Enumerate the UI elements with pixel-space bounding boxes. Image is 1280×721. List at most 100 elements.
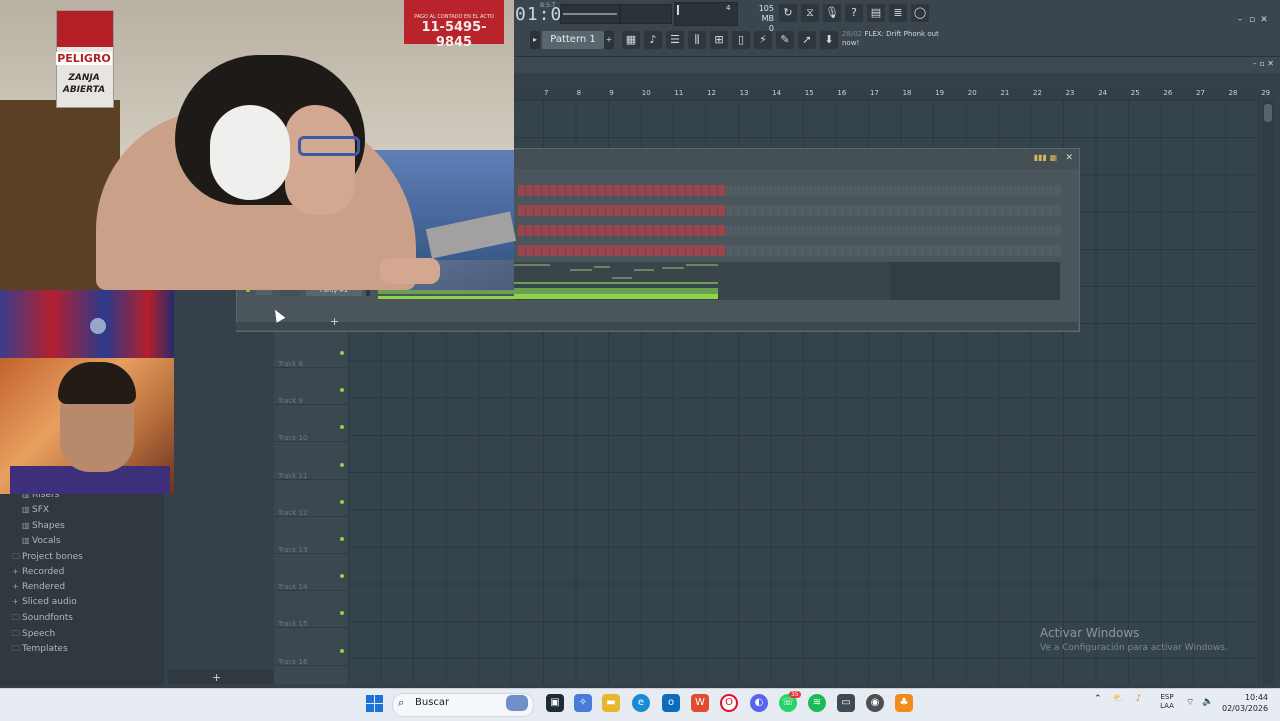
step-button[interactable] (998, 185, 1005, 196)
step-button[interactable] (798, 205, 805, 216)
step-button[interactable] (686, 205, 693, 216)
step-button[interactable] (782, 205, 789, 216)
step-button[interactable] (846, 225, 853, 236)
step-button[interactable] (766, 225, 773, 236)
minimize-icon[interactable]: – (1234, 15, 1246, 25)
step-button[interactable] (638, 245, 645, 256)
track-mute-led[interactable] (340, 425, 344, 430)
opera-icon[interactable]: O (720, 694, 738, 712)
step-button[interactable] (1054, 185, 1061, 196)
network-share-icon[interactable]: ⛅ (1113, 694, 1124, 704)
playlist-ruler[interactable]: 7 8 9 10 11 12 13 14 15 16 17 18 19 20 21 22 23 24 25 26 27 2… (514, 88, 1270, 100)
step-button[interactable] (582, 225, 589, 236)
step-button[interactable] (518, 185, 525, 196)
step-button[interactable] (622, 185, 629, 196)
step-button[interactable] (942, 205, 949, 216)
step-button[interactable] (886, 245, 893, 256)
step-button[interactable] (798, 245, 805, 256)
step-button[interactable] (750, 205, 757, 216)
browser-icon[interactable]: ⊞ (710, 31, 728, 49)
step-button[interactable] (886, 205, 893, 216)
browser-item[interactable]: ▥ SFX (22, 505, 49, 515)
step-button[interactable] (662, 245, 669, 256)
step-button[interactable] (998, 205, 1005, 216)
step-button[interactable] (1022, 185, 1029, 196)
step-button[interactable] (862, 205, 869, 216)
step-button[interactable] (846, 185, 853, 196)
window-controls[interactable]: – ▫ ✕ (1234, 7, 1270, 26)
step-button[interactable] (686, 245, 693, 256)
step-button[interactable] (926, 185, 933, 196)
step-button[interactable] (838, 245, 845, 256)
midi-icon[interactable]: ≣ (889, 4, 907, 22)
step-button[interactable] (1006, 205, 1013, 216)
step-button[interactable] (990, 245, 997, 256)
step-button[interactable] (662, 225, 669, 236)
step-button[interactable] (958, 205, 965, 216)
step-button[interactable] (790, 185, 797, 196)
step-button[interactable] (966, 185, 973, 196)
mixer-icon[interactable]: ⫼ (688, 31, 706, 49)
step-button[interactable] (806, 245, 813, 256)
step-button[interactable] (574, 225, 581, 236)
step-button[interactable] (614, 225, 621, 236)
step-button[interactable] (910, 185, 917, 196)
step-button[interactable] (822, 185, 829, 196)
step-button[interactable] (918, 185, 925, 196)
step-button[interactable] (974, 185, 981, 196)
step-button[interactable] (582, 205, 589, 216)
step-button[interactable] (822, 205, 829, 216)
step-button[interactable] (550, 185, 557, 196)
step-button[interactable] (918, 205, 925, 216)
step-button[interactable] (758, 225, 765, 236)
step-button[interactable] (710, 205, 717, 216)
step-button[interactable] (590, 185, 597, 196)
step-button[interactable] (630, 225, 637, 236)
step-button[interactable] (1038, 185, 1045, 196)
step-button[interactable] (598, 245, 605, 256)
step-button[interactable] (950, 245, 957, 256)
step-button[interactable] (894, 185, 901, 196)
step-button[interactable] (614, 245, 621, 256)
step-button[interactable] (558, 225, 565, 236)
step-button[interactable] (558, 245, 565, 256)
save-icon[interactable]: ▤ (867, 4, 885, 22)
step-button[interactable] (966, 205, 973, 216)
step-button[interactable] (662, 185, 669, 196)
step-button[interactable] (934, 185, 941, 196)
step-button[interactable] (742, 245, 749, 256)
step-button[interactable] (950, 205, 957, 216)
track-header[interactable]: Track 13 (274, 516, 348, 554)
add-channel-button[interactable]: + (330, 315, 339, 328)
step-button[interactable] (630, 185, 637, 196)
step-button[interactable] (526, 185, 533, 196)
step-button[interactable] (1022, 205, 1029, 216)
microphone-icon[interactable]: ♪ (1136, 694, 1142, 704)
step-button[interactable] (990, 185, 997, 196)
step-button[interactable] (862, 225, 869, 236)
step-button[interactable] (870, 185, 877, 196)
step-button[interactable] (534, 185, 541, 196)
browser-item[interactable]: + Rendered (12, 582, 65, 592)
step-button[interactable] (694, 225, 701, 236)
step-button[interactable] (630, 205, 637, 216)
step-button[interactable] (646, 245, 653, 256)
step-button[interactable] (726, 185, 733, 196)
step-button[interactable] (774, 205, 781, 216)
step-button[interactable] (574, 185, 581, 196)
step-button[interactable] (598, 205, 605, 216)
plugin-picker-icon[interactable]: ⚡ (754, 31, 772, 49)
step-button[interactable] (566, 185, 573, 196)
step-button[interactable] (798, 225, 805, 236)
step-button[interactable] (702, 185, 709, 196)
step-button[interactable] (542, 245, 549, 256)
step-button[interactable] (1046, 185, 1053, 196)
step-button[interactable] (982, 245, 989, 256)
maximize-icon[interactable]: ▫ (1246, 15, 1258, 25)
browser-item[interactable]: + Sliced audio (12, 597, 77, 607)
pattern-selector[interactable]: Pattern 1 (542, 31, 604, 49)
wifi-icon[interactable]: ⌔ (1186, 697, 1194, 708)
step-button[interactable] (798, 185, 805, 196)
step-button[interactable] (1030, 185, 1037, 196)
track-header[interactable]: Track 12 (274, 479, 348, 517)
